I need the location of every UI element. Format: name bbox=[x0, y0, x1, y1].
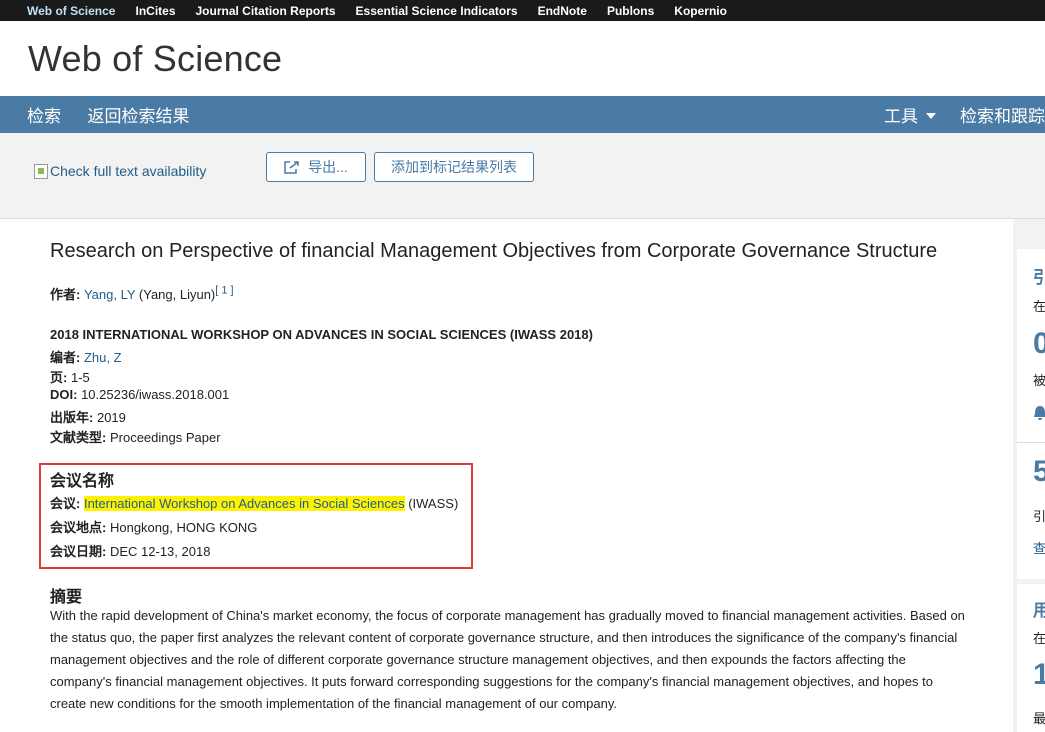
doi-label: DOI: bbox=[50, 387, 78, 402]
cited-references-count[interactable]: 5 bbox=[1033, 455, 1045, 489]
pages-row: 页: 1-5 bbox=[50, 367, 90, 386]
abstract-text: With the rapid development of China's ma… bbox=[50, 608, 965, 711]
author-row: 作者: Yang, LY (Yang, Liyun)[ 1 ] bbox=[50, 284, 234, 303]
doi-row: DOI: 10.25236/iwass.2018.001 bbox=[50, 387, 229, 402]
year-value: 2019 bbox=[96, 410, 126, 425]
nav-search-track[interactable]: 检索和跟踪 bbox=[960, 102, 1045, 127]
source-text: 2018 INTERNATIONAL WORKSHOP ON ADVANCES … bbox=[50, 327, 593, 342]
conference-location-value: Hongkong, HONG KONG bbox=[109, 520, 258, 535]
author-label: 作者: bbox=[50, 287, 81, 302]
bell-icon[interactable] bbox=[1033, 405, 1045, 421]
editor-link[interactable]: Zhu, Z bbox=[84, 350, 122, 365]
abstract-heading: 摘要 bbox=[50, 589, 83, 606]
add-marked-label: 添加到标记结果列表 bbox=[391, 159, 517, 175]
add-to-marked-list-button[interactable]: 添加到标记结果列表 bbox=[374, 152, 534, 182]
main-nav: 检索 返回检索结果 工具 检索和跟踪 bbox=[0, 96, 1045, 133]
export-button[interactable]: 导出... bbox=[266, 152, 366, 182]
nav-publons[interactable]: Publons bbox=[607, 4, 654, 18]
source-title: 2018 INTERNATIONAL WORKSHOP ON ADVANCES … bbox=[50, 327, 593, 342]
citation-card-sub: 在 bbox=[1033, 299, 1045, 314]
record-title: Research on Perspective of financial Man… bbox=[50, 240, 938, 262]
nav-kopernio[interactable]: Kopernio bbox=[674, 4, 727, 18]
nav-endnote[interactable]: EndNote bbox=[538, 4, 587, 18]
usage-card-heading: 用 bbox=[1033, 601, 1045, 620]
conference-name-row: 会议: International Workshop on Advances i… bbox=[50, 493, 458, 512]
conference-date-row: 会议日期: DEC 12-13, 2018 bbox=[50, 541, 210, 560]
nav-search[interactable]: 检索 bbox=[27, 107, 61, 126]
conference-location-row: 会议地点: Hongkong, HONG KONG bbox=[50, 517, 257, 536]
conference-heading: 会议名称 bbox=[50, 473, 115, 490]
author-link[interactable]: Yang, LY bbox=[84, 287, 135, 302]
pages-value: 1-5 bbox=[70, 370, 90, 385]
doctype-label: 文献类型: bbox=[50, 430, 107, 445]
cited-references-label: 引 bbox=[1033, 509, 1045, 524]
conference-name-label: 会议: bbox=[50, 496, 81, 511]
record-content: Research on Perspective of financial Man… bbox=[0, 219, 1013, 732]
brand-logo-text[interactable]: Web of Science bbox=[28, 38, 282, 80]
year-label: 出版年: bbox=[50, 410, 94, 425]
times-cited-label: 被 bbox=[1033, 373, 1045, 388]
full-text-link[interactable]: Check full text availability bbox=[34, 163, 206, 179]
pages-label: 页: bbox=[50, 370, 68, 385]
author-full-name: (Yang, Liyun) bbox=[135, 287, 216, 302]
editor-row: 编者: Zhu, Z bbox=[50, 347, 122, 366]
citation-card-heading: 引 bbox=[1033, 268, 1045, 287]
product-nav: Web of Science InCites Journal Citation … bbox=[0, 0, 1045, 21]
doctype-row: 文献类型: Proceedings Paper bbox=[50, 427, 221, 446]
usage-count: 1 bbox=[1033, 658, 1045, 691]
nav-tools[interactable]: 工具 bbox=[884, 102, 918, 127]
view-related-link[interactable]: 查 bbox=[1033, 538, 1045, 557]
nav-esi[interactable]: Essential Science Indicators bbox=[356, 4, 518, 18]
conference-date-label: 会议日期: bbox=[50, 544, 107, 559]
editor-label: 编者: bbox=[50, 350, 81, 365]
usage-count-card: 用 在 1 最 bbox=[1017, 584, 1045, 732]
conference-location-label: 会议地点: bbox=[50, 520, 107, 535]
citation-network-card: 引 在 0 被 5 引 查 bbox=[1017, 249, 1045, 579]
conference-abbr: (IWASS) bbox=[404, 496, 459, 511]
times-cited-count[interactable]: 0 bbox=[1033, 327, 1045, 361]
nav-jcr[interactable]: Journal Citation Reports bbox=[196, 4, 336, 18]
doctype-value: Proceedings Paper bbox=[109, 430, 221, 445]
brand-bar: Web of Science bbox=[0, 21, 1045, 96]
usage-card-sub: 在 bbox=[1033, 631, 1045, 646]
author-ref[interactable]: [ 1 ] bbox=[215, 285, 233, 297]
nav-back-to-results[interactable]: 返回检索结果 bbox=[87, 107, 189, 126]
full-text-label[interactable]: Check full text availability bbox=[50, 163, 206, 179]
chevron-down-icon[interactable] bbox=[926, 112, 936, 119]
record-toolbar: Check full text availability 导出... 添加到标记… bbox=[0, 133, 1045, 219]
card-divider bbox=[1017, 442, 1045, 443]
nav-web-of-science[interactable]: Web of Science bbox=[27, 4, 115, 18]
usage-label: 最 bbox=[1033, 711, 1045, 726]
broken-image-icon bbox=[34, 163, 48, 179]
conference-name-link[interactable]: International Workshop on Advances in So… bbox=[83, 496, 405, 511]
conference-date-value: DEC 12-13, 2018 bbox=[109, 544, 211, 559]
nav-incites[interactable]: InCites bbox=[135, 4, 175, 18]
export-label: 导出... bbox=[308, 159, 348, 175]
export-icon bbox=[284, 161, 299, 174]
year-row: 出版年: 2019 bbox=[50, 407, 126, 426]
doi-value: 10.25236/iwass.2018.001 bbox=[81, 387, 230, 402]
